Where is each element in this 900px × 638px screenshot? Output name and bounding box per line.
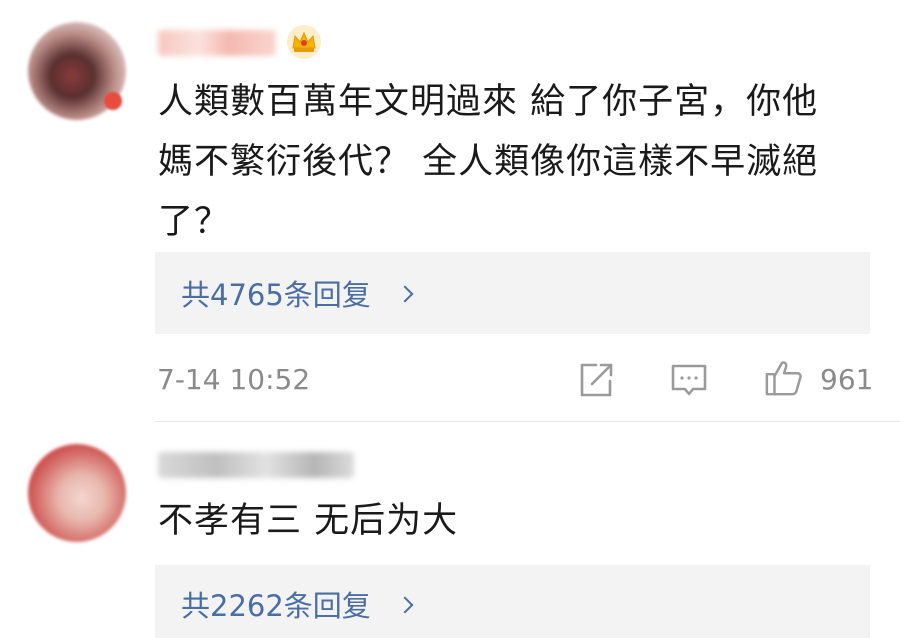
comment-timestamp: 7-14 10:52 xyxy=(157,363,311,396)
view-replies-button[interactable]: 共2262条回复 xyxy=(155,565,870,638)
verified-badge-icon xyxy=(104,92,122,110)
comment-list: 人類數百萬年文明過來 給了你子宮，你他 媽不繁衍後代？ 全人類像你這樣不早滅絕 … xyxy=(0,0,900,638)
comment-line: 人類數百萬年文明過來 給了你子宮，你他 xyxy=(158,82,819,122)
username-blurred[interactable] xyxy=(158,30,276,56)
like-count: 961 xyxy=(820,363,874,396)
comment-line: 不孝有三 无后为大 xyxy=(158,501,459,541)
replies-count-label: 共4765条回复 xyxy=(181,278,371,312)
chevron-right-icon xyxy=(396,285,414,303)
comment-text: 人類數百萬年文明過來 給了你子宮，你他 媽不繁衍後代？ 全人類像你這樣不早滅絕 … xyxy=(158,72,858,252)
replies-count-label: 共2262条回复 xyxy=(181,589,371,623)
avatar[interactable] xyxy=(28,444,126,542)
comment-line: 媽不繁衍後代？ 全人類像你這樣不早滅絕 xyxy=(158,142,819,182)
comment-icon[interactable] xyxy=(669,360,709,400)
username-blurred[interactable] xyxy=(158,452,354,478)
comment-text: 不孝有三 无后为大 xyxy=(158,491,858,551)
share-icon[interactable] xyxy=(576,360,616,400)
comment-line: 了？ xyxy=(158,202,231,242)
crown-icon xyxy=(287,25,321,59)
thumbs-up-icon[interactable] xyxy=(764,358,804,398)
chevron-right-icon xyxy=(396,596,414,614)
divider xyxy=(155,421,900,422)
view-replies-button[interactable]: 共4765条回复 xyxy=(155,252,870,334)
